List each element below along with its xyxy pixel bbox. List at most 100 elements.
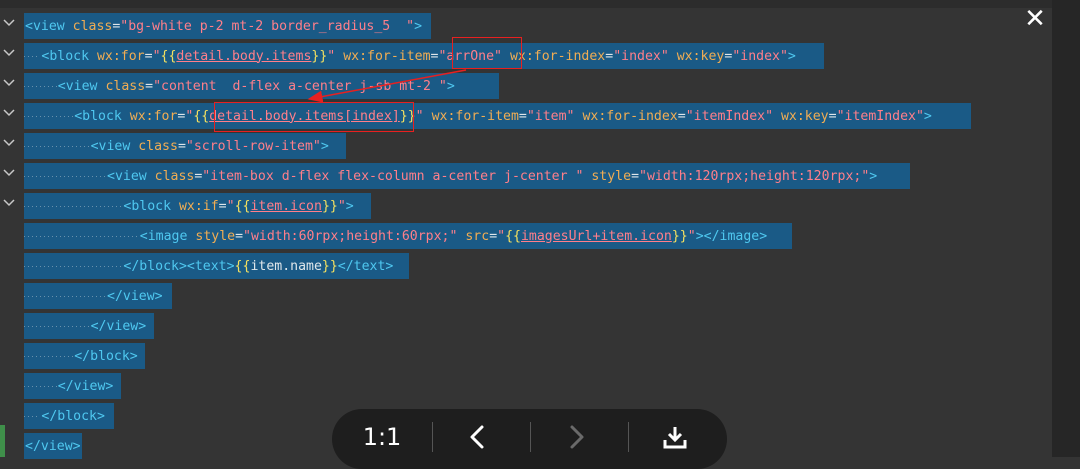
code-token: </view> [107, 288, 163, 304]
code-token: "itemIndex" [836, 108, 924, 124]
code-token: imagesUrl+item.icon [520, 228, 672, 244]
code-token: = [518, 108, 527, 124]
code-token: <image [139, 228, 196, 244]
code-token: = [677, 108, 686, 124]
code-token: > [320, 138, 329, 154]
indent-guide [24, 416, 41, 417]
code-token: > [869, 168, 878, 184]
selected-code[interactable]: <view class = "bg-white p-2 mt-2 border_ra… [24, 13, 431, 39]
toolbar-divider [628, 422, 629, 452]
code-token: = [828, 108, 837, 124]
window-top-edge [0, 0, 1052, 8]
code-token: = [489, 228, 498, 244]
code-token: <view [90, 138, 139, 154]
fold-chevron-icon[interactable] [1, 196, 17, 210]
indent-guide [24, 56, 41, 57]
selected-code[interactable]: <view class = "content d-flex a-center j-s… [24, 73, 499, 99]
code-token: }} [321, 258, 338, 274]
code-token: style [591, 168, 632, 184]
code-token: <block [74, 108, 130, 124]
code-token: "item-box d-flex flex-column a-center j-… [202, 168, 584, 184]
code-token: = [605, 48, 614, 64]
code-token: wx:for [96, 48, 145, 64]
code-token: class [154, 168, 195, 184]
code-token: wx:for-item [431, 108, 519, 124]
fold-chevron-icon[interactable] [1, 46, 17, 60]
chevron-left-icon [470, 425, 484, 449]
code-token: " [152, 48, 161, 64]
fold-chevron-icon[interactable] [1, 166, 17, 180]
code-token: </block><text> [123, 258, 235, 274]
code-token: > [787, 48, 796, 64]
image-viewer-toolbar: 1:1 [332, 409, 727, 469]
code-token: "item" [526, 108, 575, 124]
code-token: " [415, 108, 424, 124]
ratio-label: 1:1 [362, 423, 402, 451]
code-token: detail.body.items [176, 48, 312, 64]
code-token: " [337, 198, 346, 214]
code-token: src [465, 228, 490, 244]
code-token: > [345, 198, 354, 214]
code-token: </block> [41, 408, 105, 424]
code-token: "content d-flex a-center j-sb mt-2 " [153, 78, 447, 94]
fold-chevron-icon[interactable] [1, 76, 17, 90]
code-token: class [138, 138, 178, 154]
indent-guide [24, 266, 123, 267]
indent-guide [24, 386, 57, 387]
selected-code[interactable]: <view class = "item-box d-flex flex-column… [24, 163, 910, 189]
code-token: </text> [337, 258, 394, 274]
code-token: " [497, 228, 506, 244]
toolbar-divider [432, 422, 433, 452]
code-token: <block [41, 48, 97, 64]
indent-guide [24, 206, 123, 207]
code-token: = [144, 48, 153, 64]
code-token: " [327, 48, 336, 64]
code-token: wx:if [178, 198, 219, 214]
code-token: "index" [732, 48, 788, 64]
code-token: wx:key [780, 108, 829, 124]
code-token: class [105, 78, 146, 94]
code-token: "width:120rpx;height:120rpx;" [639, 168, 870, 184]
code-token: style [195, 228, 236, 244]
close-button[interactable]: ✕ [1019, 3, 1051, 35]
code-token: {{ [193, 108, 210, 124]
selected-code[interactable]: <image style = "width:60rpx;height:60rpx;"… [24, 223, 792, 249]
code-token: = [235, 228, 244, 244]
selected-code[interactable]: </view> [24, 433, 82, 459]
code-token: }} [311, 48, 328, 64]
code-token: item.name [250, 258, 322, 274]
highlight-box-for-item [452, 37, 522, 69]
code-token: = [218, 198, 227, 214]
code-token: {{ [505, 228, 521, 244]
selected-code[interactable]: <block wx:for = "{{detail.body.items[index… [24, 103, 971, 129]
code-token: wx:for-index [582, 108, 678, 124]
code-token: = [631, 168, 640, 184]
code-token: > [446, 78, 455, 94]
code-token: <view [107, 168, 155, 184]
code-token: item.icon [250, 198, 322, 214]
indent-guide [24, 326, 90, 327]
code-token: <view [57, 78, 106, 94]
fold-chevron-icon[interactable] [1, 106, 17, 120]
viewer-right-edge [1052, 0, 1080, 457]
indent-guide [24, 86, 57, 87]
code-token: "width:60rpx;height:60rpx;" [243, 228, 458, 244]
selected-code[interactable]: <block wx:for = "{{detail.body.items}} " wx… [24, 43, 824, 69]
code-token: "scroll-row-item" [185, 138, 321, 154]
indent-guide [24, 146, 90, 147]
fold-chevron-icon[interactable] [1, 136, 17, 150]
code-token: " [185, 108, 194, 124]
fold-chevron-icon[interactable] [1, 16, 17, 30]
code-token: = [430, 48, 439, 64]
indent-guide [24, 296, 106, 297]
code-token: "itemIndex" [685, 108, 774, 124]
code-token: {{ [234, 198, 251, 214]
code-token: "index" [613, 48, 669, 64]
code-token: </view> [57, 378, 114, 394]
background-window-edge [0, 425, 5, 457]
code-token: wx:for [129, 108, 178, 124]
indent-guide [24, 356, 74, 357]
